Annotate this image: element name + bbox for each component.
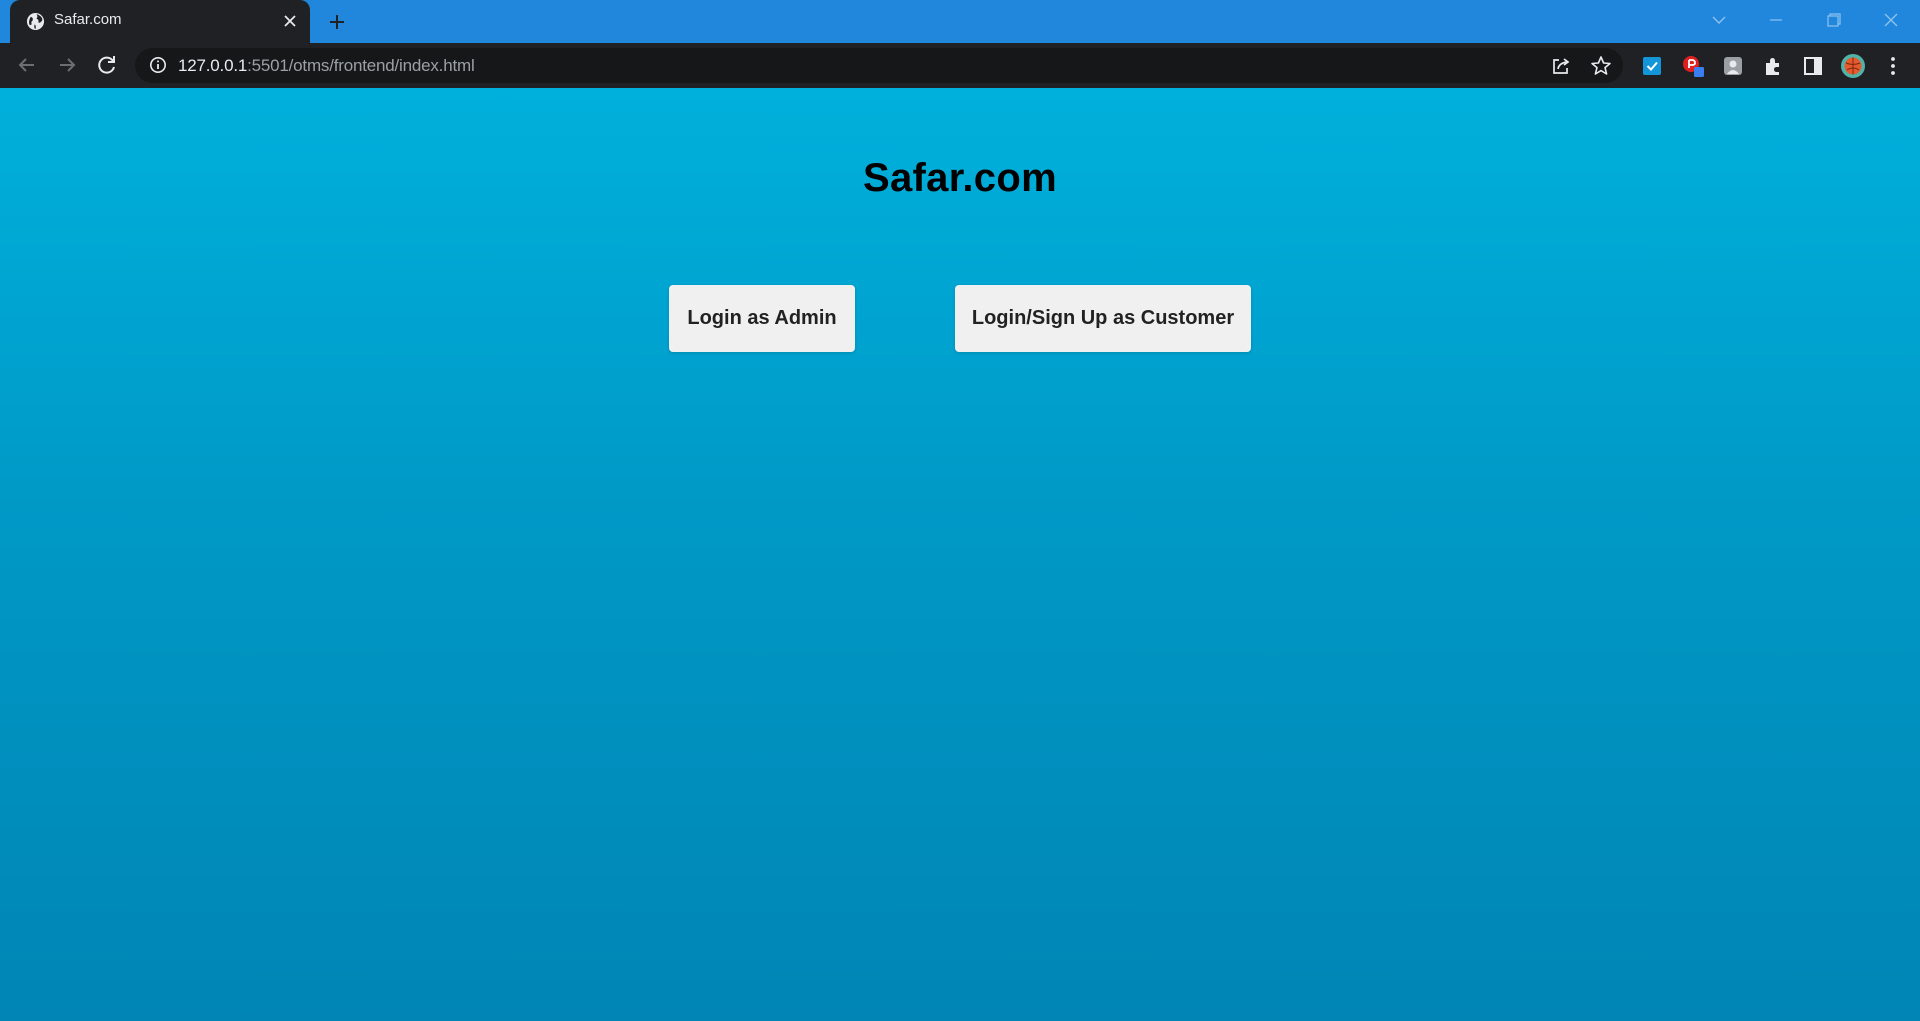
browser-tab[interactable]: Safar.com [10, 0, 310, 43]
close-window-icon[interactable] [1878, 8, 1904, 32]
url-path: :5501/otms/frontend/index.html [247, 56, 475, 75]
restore-icon[interactable] [1820, 8, 1846, 32]
page-content: Safar.com Login as Admin Login/Sign Up a… [0, 88, 1920, 1021]
login-admin-button[interactable]: Login as Admin [669, 285, 855, 352]
red-extension-icon[interactable] [1680, 53, 1706, 79]
chevron-down-icon[interactable] [1706, 8, 1732, 32]
globe-icon [26, 12, 45, 31]
arrow-left-icon[interactable] [14, 52, 40, 78]
share-icon[interactable] [1549, 54, 1573, 78]
star-icon[interactable] [1589, 54, 1613, 78]
browser-toolbar: 127.0.0.1:5501/otms/frontend/index.html [0, 43, 1920, 88]
address-bar[interactable]: 127.0.0.1:5501/otms/frontend/index.html [135, 48, 1623, 83]
minimize-icon[interactable] [1763, 8, 1789, 32]
url-text: 127.0.0.1:5501/otms/frontend/index.html [178, 56, 475, 76]
url-host: 127.0.0.1 [178, 56, 248, 75]
arrow-right-icon[interactable] [54, 52, 80, 78]
reload-icon[interactable] [94, 52, 120, 78]
tab-strip: Safar.com [0, 0, 1920, 43]
plus-icon[interactable] [325, 10, 349, 34]
tab-title: Safar.com [54, 11, 122, 28]
info-icon[interactable] [149, 56, 167, 74]
side-panel-icon[interactable] [1800, 53, 1826, 79]
close-icon[interactable] [280, 11, 300, 31]
page-title: Safar.com [863, 156, 1057, 200]
puzzle-icon[interactable] [1760, 53, 1786, 79]
login-customer-button[interactable]: Login/Sign Up as Customer [955, 285, 1251, 352]
kebab-menu-icon[interactable] [1880, 53, 1906, 79]
avatar[interactable] [1840, 53, 1866, 79]
photo-extension-icon[interactable] [1720, 53, 1746, 79]
checkbox-extension-icon[interactable] [1639, 53, 1665, 79]
